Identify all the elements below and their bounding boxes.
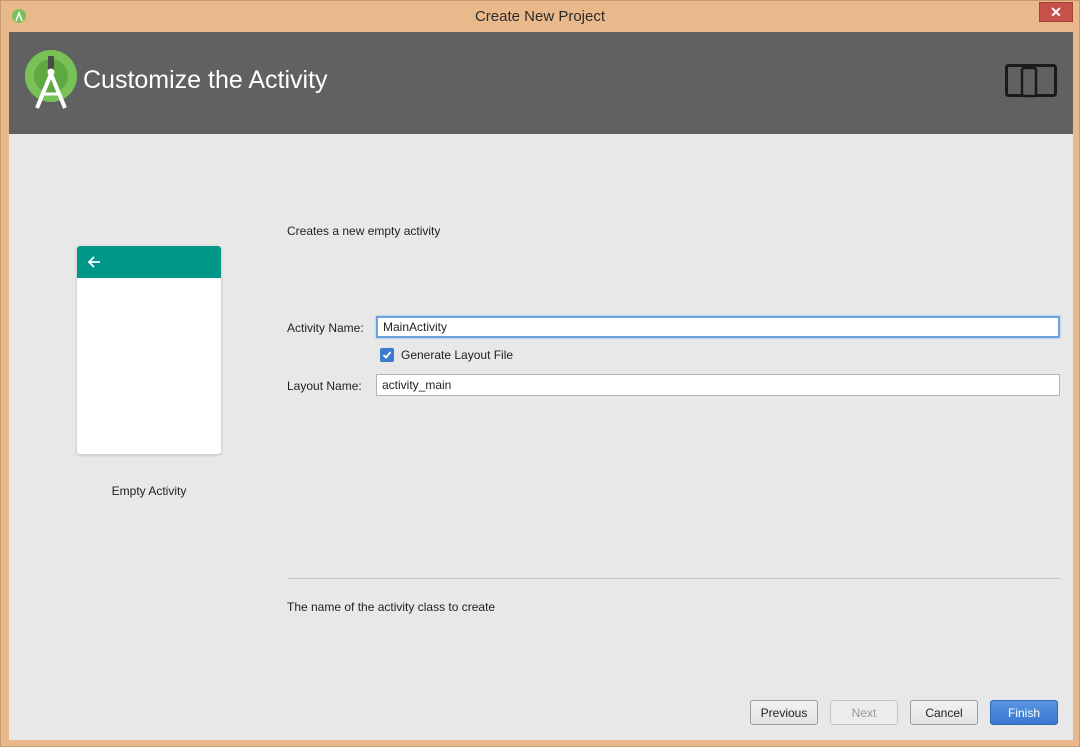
next-button[interactable]: Next — [830, 700, 898, 725]
divider — [287, 578, 1061, 579]
close-button[interactable]: ✕ — [1039, 2, 1073, 22]
generate-layout-option[interactable]: Generate Layout File — [380, 348, 513, 362]
template-name: Empty Activity — [111, 484, 187, 498]
close-icon: ✕ — [1050, 3, 1062, 20]
template-description: Creates a new empty activity — [287, 224, 441, 238]
wizard-content: Customize the Activity Empty Activity Cr… — [9, 32, 1073, 740]
create-project-window: Create New Project ✕ Customize the Activ… — [0, 0, 1080, 747]
page-title: Customize the Activity — [83, 66, 328, 94]
previous-button[interactable]: Previous — [750, 700, 818, 725]
layout-name-field[interactable] — [376, 374, 1060, 396]
field-hint: The name of the activity class to create — [287, 600, 496, 614]
preview-app-bar — [77, 246, 221, 278]
activity-preview-card — [77, 246, 221, 454]
window-title: Create New Project — [474, 7, 606, 25]
phone-tablet-icon — [1005, 64, 1057, 98]
android-studio-logo-icon — [25, 50, 77, 109]
android-studio-app-icon — [12, 9, 26, 23]
activity-name-label: Activity Name: — [287, 321, 364, 335]
activity-name-field[interactable] — [376, 316, 1060, 338]
layout-name-label: Layout Name: — [287, 379, 362, 393]
wizard-header: Customize the Activity — [9, 32, 1073, 134]
generate-layout-label: Generate Layout File — [401, 348, 514, 362]
title-bar: Create New Project ✕ — [1, 1, 1079, 31]
finish-button[interactable]: Finish — [990, 700, 1058, 725]
checkmark-icon — [382, 351, 392, 359]
cancel-button[interactable]: Cancel — [910, 700, 978, 725]
back-arrow-icon — [87, 256, 100, 268]
generate-layout-checkbox[interactable] — [380, 348, 394, 362]
